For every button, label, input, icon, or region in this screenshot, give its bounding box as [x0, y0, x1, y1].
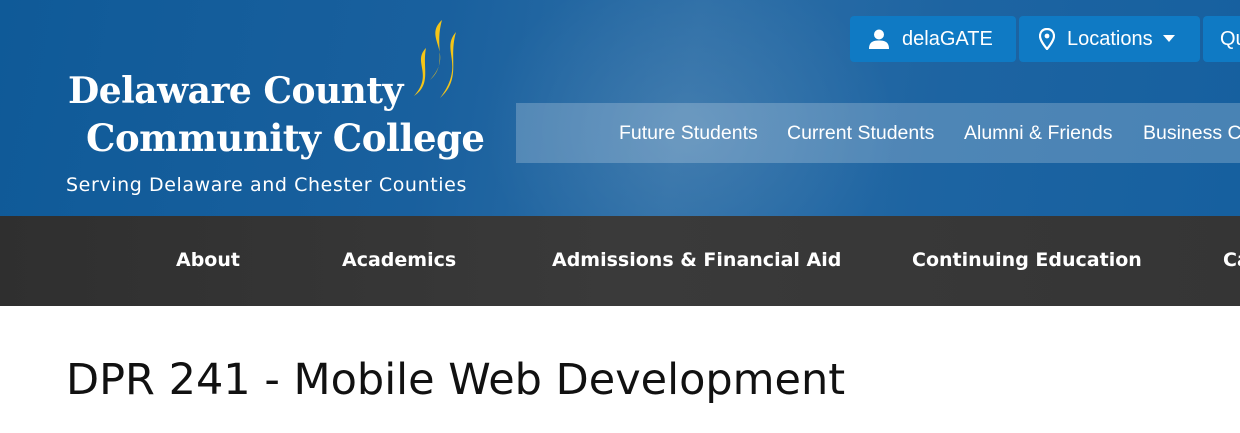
nav-item-truncated[interactable]: Ca — [1223, 249, 1240, 271]
locations-label: Locations — [1067, 27, 1153, 50]
quick-links-label: Qu — [1220, 27, 1240, 50]
delagate-button[interactable]: delaGATE — [850, 16, 1016, 62]
nav-item-academics[interactable]: Academics — [342, 249, 456, 271]
nav-item-continuing-education[interactable]: Continuing Education — [912, 249, 1142, 271]
map-pin-icon — [1039, 28, 1055, 50]
quick-links-button[interactable]: Qu — [1203, 16, 1240, 62]
caret-down-icon — [1162, 35, 1175, 42]
delagate-label: delaGATE — [902, 27, 993, 50]
logo-tagline: Serving Delaware and Chester Counties — [66, 174, 467, 196]
logo-name-line2: Community College — [86, 116, 485, 160]
locations-dropdown[interactable]: Locations — [1019, 16, 1200, 62]
site-header: Delaware County Community College Servin… — [0, 0, 1240, 216]
nav-item-admissions-financial-aid[interactable]: Admissions & Financial Aid — [552, 249, 841, 271]
audience-link-business[interactable]: Business C — [1143, 122, 1240, 145]
audience-link-future-students[interactable]: Future Students — [619, 122, 758, 145]
flame-icon — [414, 20, 456, 98]
college-logo[interactable]: Delaware County Community College Servin… — [66, 18, 486, 203]
main-nav: About Academics Admissions & Financial A… — [0, 216, 1240, 306]
audience-link-current-students[interactable]: Current Students — [787, 122, 934, 145]
logo-name-line1: Delaware County — [68, 70, 403, 112]
audience-link-alumni-friends[interactable]: Alumni & Friends — [964, 122, 1112, 145]
page-title: DPR 241 - Mobile Web Development — [66, 355, 846, 405]
user-icon — [869, 29, 889, 49]
nav-item-about[interactable]: About — [176, 249, 240, 271]
